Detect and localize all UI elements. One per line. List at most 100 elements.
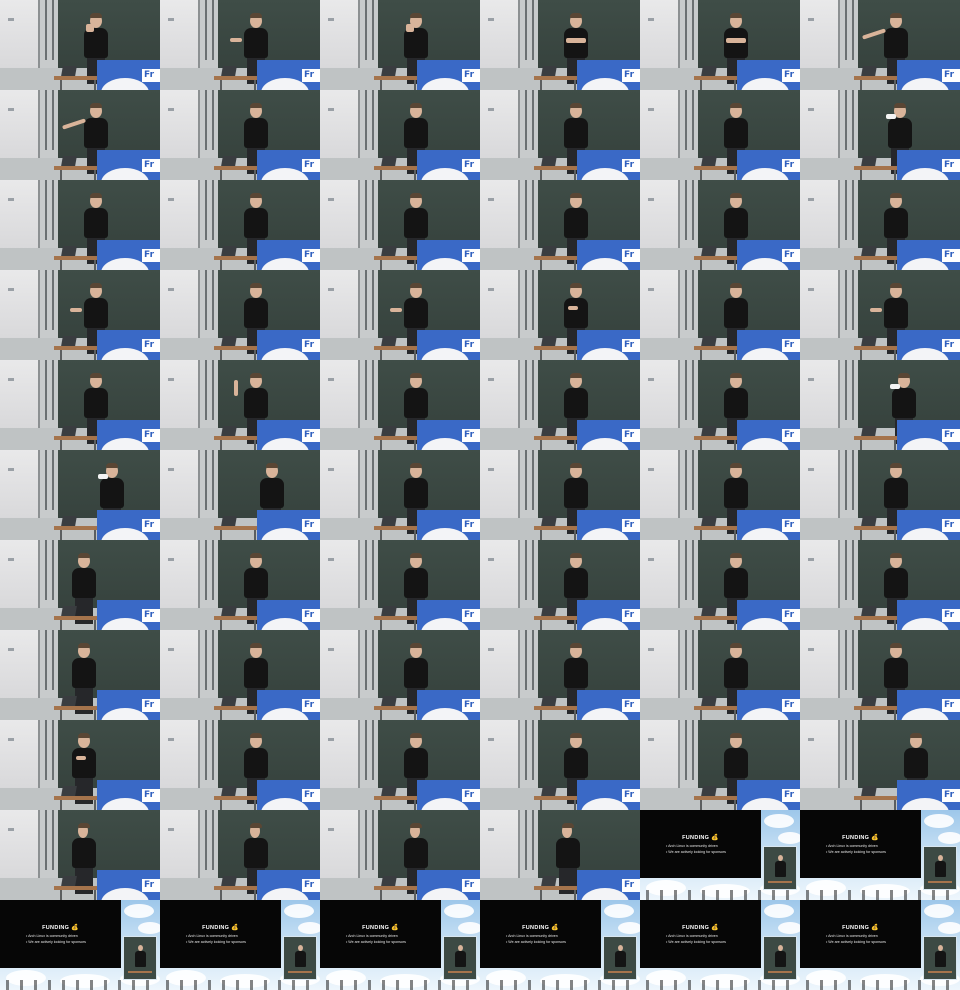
board-rail xyxy=(38,450,60,528)
speaker-shirt xyxy=(84,118,108,148)
slide-title-text: FUNDING xyxy=(522,925,552,931)
speaker-shirt xyxy=(935,861,946,877)
wall-panel xyxy=(160,810,198,880)
cloud xyxy=(924,904,954,918)
slide-title: FUNDING 💰 xyxy=(640,834,761,841)
banner-text: Fr xyxy=(142,789,160,802)
video-frame: FUNDING 💰 Arch Linux is community drivenW… xyxy=(160,900,320,990)
presentation-slide: FUNDING 💰 Arch Linux is community drivenW… xyxy=(0,900,121,968)
banner-text: Fr xyxy=(302,789,320,802)
froscon-banner: Fr xyxy=(257,600,320,630)
video-frame: Fr xyxy=(480,450,640,540)
speaker-hair xyxy=(730,553,742,558)
video-frame: Fr xyxy=(800,0,960,90)
laptop xyxy=(381,696,397,706)
slide-bullet-list: Arch Linux is community drivenWe are act… xyxy=(666,933,726,945)
speaker-shirt xyxy=(724,748,748,778)
froscon-banner: Fr xyxy=(97,330,160,360)
laptop xyxy=(541,426,557,436)
laptop xyxy=(541,876,557,886)
speaker-shirt xyxy=(564,118,588,148)
video-frame: Fr xyxy=(0,360,160,450)
speaker-arm xyxy=(390,308,402,312)
slide-title: FUNDING 💰 xyxy=(160,924,281,931)
banner-text: Fr xyxy=(942,339,960,352)
video-frame: Fr xyxy=(640,450,800,540)
speaker-shirt xyxy=(724,478,748,508)
board-rail xyxy=(838,360,860,438)
speaker-shirt xyxy=(724,298,748,328)
laptop xyxy=(701,66,717,76)
wall-panel xyxy=(160,360,198,430)
froscon-banner: Fr xyxy=(577,690,640,720)
laptop xyxy=(221,426,237,436)
wall-panel xyxy=(640,450,678,520)
speaker-shirt xyxy=(455,951,466,967)
presentation-slide: FUNDING 💰 Arch Linux is community drivenW… xyxy=(800,900,921,968)
froscon-banner: Fr xyxy=(97,150,160,180)
wall-panel xyxy=(800,180,838,250)
speaker-arm xyxy=(86,24,94,32)
banner-text: Fr xyxy=(142,159,160,172)
wall-panel xyxy=(640,90,678,160)
speaker-shirt xyxy=(724,28,748,58)
banner-text: Fr xyxy=(462,699,480,712)
desk xyxy=(128,971,152,973)
board-rail xyxy=(198,180,220,258)
board-rail xyxy=(838,270,860,348)
laptop xyxy=(701,426,717,436)
speaker-shirt xyxy=(244,208,268,238)
froscon-banner: Fr xyxy=(97,240,160,270)
speaker-inset-video xyxy=(603,936,637,980)
slide-title: FUNDING 💰 xyxy=(480,924,601,931)
laptop xyxy=(221,336,237,346)
video-frame: Fr xyxy=(640,0,800,90)
speaker-shirt xyxy=(295,951,306,967)
wall-panel xyxy=(800,270,838,340)
speaker-shirt xyxy=(724,208,748,238)
speaker-hair xyxy=(90,193,102,198)
banner-text: Fr xyxy=(942,789,960,802)
board-rail xyxy=(358,720,380,798)
froscon-banner: Fr xyxy=(257,330,320,360)
speaker-hair xyxy=(730,463,742,468)
desk-stand xyxy=(860,530,896,540)
video-frame: Fr xyxy=(0,540,160,630)
speaker-hair xyxy=(410,13,422,18)
froscon-banner: Fr xyxy=(97,870,160,900)
video-frame: Fr xyxy=(480,630,640,720)
wall-panel xyxy=(480,270,518,340)
banner-text: Fr xyxy=(462,339,480,352)
speaker-hair xyxy=(570,283,582,288)
froscon-banner: Fr xyxy=(257,690,320,720)
speaker-hair xyxy=(890,193,902,198)
banner-text: Fr xyxy=(782,159,800,172)
desk-stand xyxy=(380,620,416,630)
desk-stand xyxy=(60,350,96,360)
froscon-banner: Fr xyxy=(417,690,480,720)
laptop xyxy=(61,426,77,436)
video-frame: Fr xyxy=(0,450,160,540)
speaker-shirt xyxy=(724,118,748,148)
board-rail xyxy=(198,360,220,438)
speaker-arm xyxy=(406,24,414,32)
speaker-hair xyxy=(410,373,422,378)
slide-bullet-list: Arch Linux is community drivenWe are act… xyxy=(186,933,246,945)
desk xyxy=(768,971,792,973)
wall-panel xyxy=(0,630,38,700)
speaker-shirt xyxy=(260,478,284,508)
wall-panel xyxy=(320,630,358,700)
speaker-hair xyxy=(890,553,902,558)
speaker-shirt xyxy=(72,568,96,598)
speaker-hair xyxy=(410,823,422,828)
board-rail xyxy=(678,540,700,618)
banner-text: Fr xyxy=(622,429,640,442)
speaker-shirt xyxy=(84,208,108,238)
slide-bullet: We are actively looking for sponsors xyxy=(346,939,406,945)
wall-panel xyxy=(0,0,38,70)
desk-stand xyxy=(540,440,576,450)
speaker-shirt xyxy=(564,748,588,778)
slide-bullet: We are actively looking for sponsors xyxy=(826,849,886,855)
desk-stand xyxy=(860,170,896,180)
video-frame: Fr xyxy=(320,720,480,810)
